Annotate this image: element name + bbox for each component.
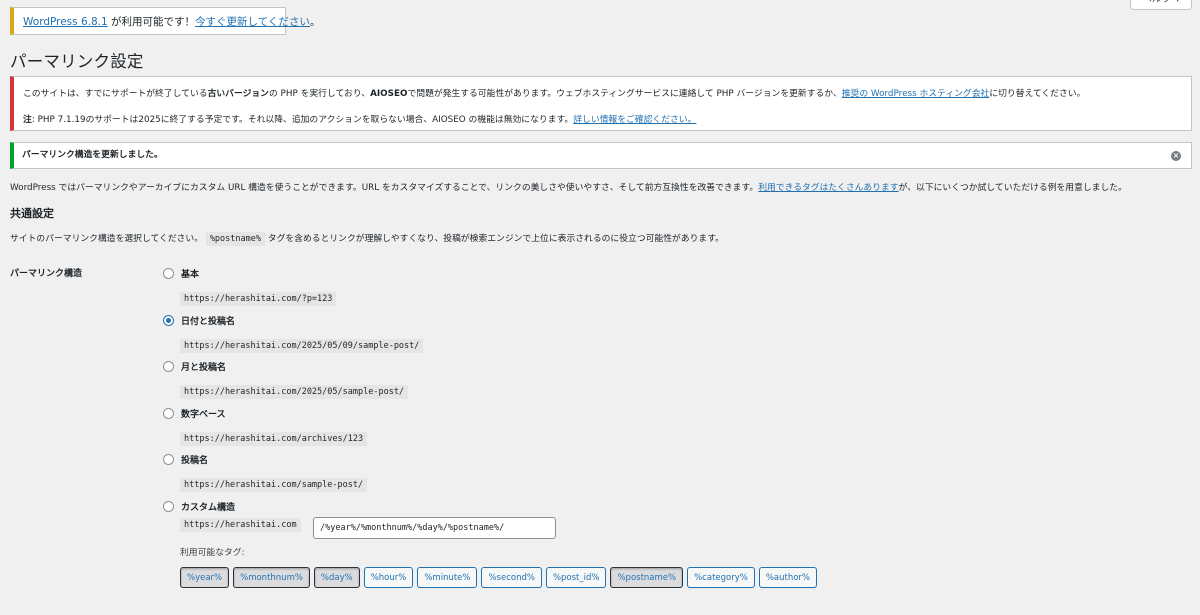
success-notice: パーマリンク構造を更新しました。 ×	[10, 142, 1192, 169]
option-label: カスタム構造	[181, 502, 236, 513]
option-month-and-name[interactable]: 月と投稿名 https://herashitai.com/2025/05/sam…	[163, 359, 409, 399]
php-notice-note-label: 注	[23, 115, 32, 125]
radio-numeric[interactable]	[163, 407, 174, 419]
tag-hour-button[interactable]: %hour%	[363, 567, 414, 588]
tag-author-button[interactable]: %author%	[758, 567, 817, 588]
permalink-structure-label: パーマリンク構造	[10, 269, 83, 279]
custom-structure-input[interactable]: /%year%/%monthnum%/%day%/%postname%/	[313, 517, 556, 539]
update-nag: WordPress 6.8.1 が利用可能です！今すぐ更新してください。	[10, 7, 320, 35]
tag-post-id-button[interactable]: %post_id%	[545, 567, 607, 588]
update-now-link[interactable]: 今すぐ更新してください	[195, 16, 310, 28]
page-title: パーマリンク設定	[10, 52, 144, 71]
php-warning-notice: このサイトは、すでにサポートが終了している古いバージョンの PHP を実行してお…	[10, 76, 1192, 131]
option-label: 投稿名	[181, 455, 209, 466]
tag-category-button[interactable]: %category%	[687, 567, 755, 588]
tag-minute-button[interactable]: %minute%	[417, 567, 478, 588]
sample-url: https://herashitai.com/?p=123	[180, 292, 337, 306]
option-numeric[interactable]: 数字ベース https://herashitai.com/archives/12…	[163, 406, 368, 446]
radio-post-name[interactable]	[163, 453, 174, 465]
tag-postname-button[interactable]: %postname%	[610, 567, 684, 588]
available-tags-link[interactable]: 利用できるタグはたくさんあります	[758, 183, 898, 193]
option-label: 日付と投稿名	[181, 316, 236, 327]
intro-end: が、以下にいくつか試していただける例を用意しました。	[898, 183, 1127, 193]
option-day-and-name[interactable]: 日付と投稿名 https://herashitai.com/2025/05/09…	[163, 313, 424, 353]
tag-monthnum-button[interactable]: %monthnum%	[233, 567, 310, 588]
sample-url: https://herashitai.com/2025/05/sample-po…	[180, 385, 409, 399]
php-notice-line1: このサイトは、すでにサポートが終了している古いバージョンの PHP を実行してお…	[23, 86, 1085, 99]
custom-structure-prefix: https://herashitai.com	[180, 518, 301, 532]
radio-month-and-name[interactable]	[163, 360, 174, 372]
sample-url: https://herashitai.com/sample-post/	[180, 478, 368, 492]
php-notice-text: の PHP を実行しており、	[268, 89, 371, 99]
option-post-name[interactable]: 投稿名 https://herashitai.com/sample-post/	[163, 452, 368, 492]
option-label: 月と投稿名	[181, 362, 227, 373]
option-label: 基本	[181, 269, 200, 280]
desc-text: タグを含めるとリンクが理解しやすくなり、投稿が検索エンジンで上位に表示されるのに…	[265, 234, 724, 244]
php-notice-text: に切り替えてください。	[989, 89, 1086, 99]
radio-day-and-name[interactable]	[163, 314, 174, 326]
learn-more-link[interactable]: 詳しい情報をご確認ください。	[573, 115, 696, 125]
success-notice-text: パーマリンク構造を更新しました。	[22, 150, 163, 160]
sample-url: https://herashitai.com/2025/05/09/sample…	[180, 339, 424, 353]
available-tags-group: %year% %monthnum% %day% %hour% %minute% …	[180, 567, 817, 588]
sample-url: https://herashitai.com/archives/123	[180, 432, 368, 446]
intro-body: WordPress ではパーマリンクやアーカイブにカスタム URL 構造を使うこ…	[10, 183, 759, 193]
intro-text: WordPress ではパーマリンクやアーカイブにカスタム URL 構造を使うこ…	[10, 180, 1127, 193]
common-settings-heading: 共通設定	[10, 207, 54, 220]
desc-text: サイトのパーマリンク構造を選択してください。	[10, 234, 204, 244]
update-nag-text: が利用可能です！	[107, 16, 196, 28]
common-settings-description: サイトのパーマリンク構造を選択してください。 %postname% タグを含める…	[10, 231, 724, 246]
option-label: 数字ベース	[181, 409, 226, 420]
help-tab-button[interactable]: ヘルプ ▾	[1130, 0, 1192, 10]
tag-second-button[interactable]: %second%	[481, 567, 542, 588]
wordpress-version-link[interactable]: WordPress 6.8.1	[23, 16, 108, 28]
tag-day-button[interactable]: %day%	[313, 567, 360, 588]
option-custom-structure[interactable]: カスタム構造	[163, 499, 235, 513]
recommended-hosting-link[interactable]: 推奨の WordPress ホスティング会社	[842, 89, 990, 99]
option-plain[interactable]: 基本 https://herashitai.com/?p=123	[163, 266, 337, 306]
php-notice-line2: 注: PHP 7.1.19のサポートは2025に終了する予定です。それ以降、追加…	[23, 112, 696, 125]
php-notice-text: : PHP 7.1.19のサポートは2025に終了する予定です。それ以降、追加の…	[31, 115, 574, 125]
postname-code: %postname%	[205, 232, 265, 246]
php-notice-bold: 古いバージョン	[207, 89, 269, 99]
tag-year-button[interactable]: %year%	[180, 567, 230, 588]
radio-custom-structure[interactable]	[163, 500, 174, 512]
update-nag-end: 。	[309, 16, 321, 28]
php-notice-text: このサイトは、すでにサポートが終了している	[23, 89, 208, 99]
radio-plain[interactable]	[163, 267, 174, 279]
available-tags-label: 利用可能なタグ:	[180, 548, 245, 558]
php-notice-text: で問題が発生する可能性があります。ウェブホスティングサービスに連絡して PHP …	[407, 89, 842, 99]
dismiss-icon[interactable]: ×	[1171, 151, 1181, 161]
php-notice-bold: AIOSEO	[370, 89, 408, 99]
